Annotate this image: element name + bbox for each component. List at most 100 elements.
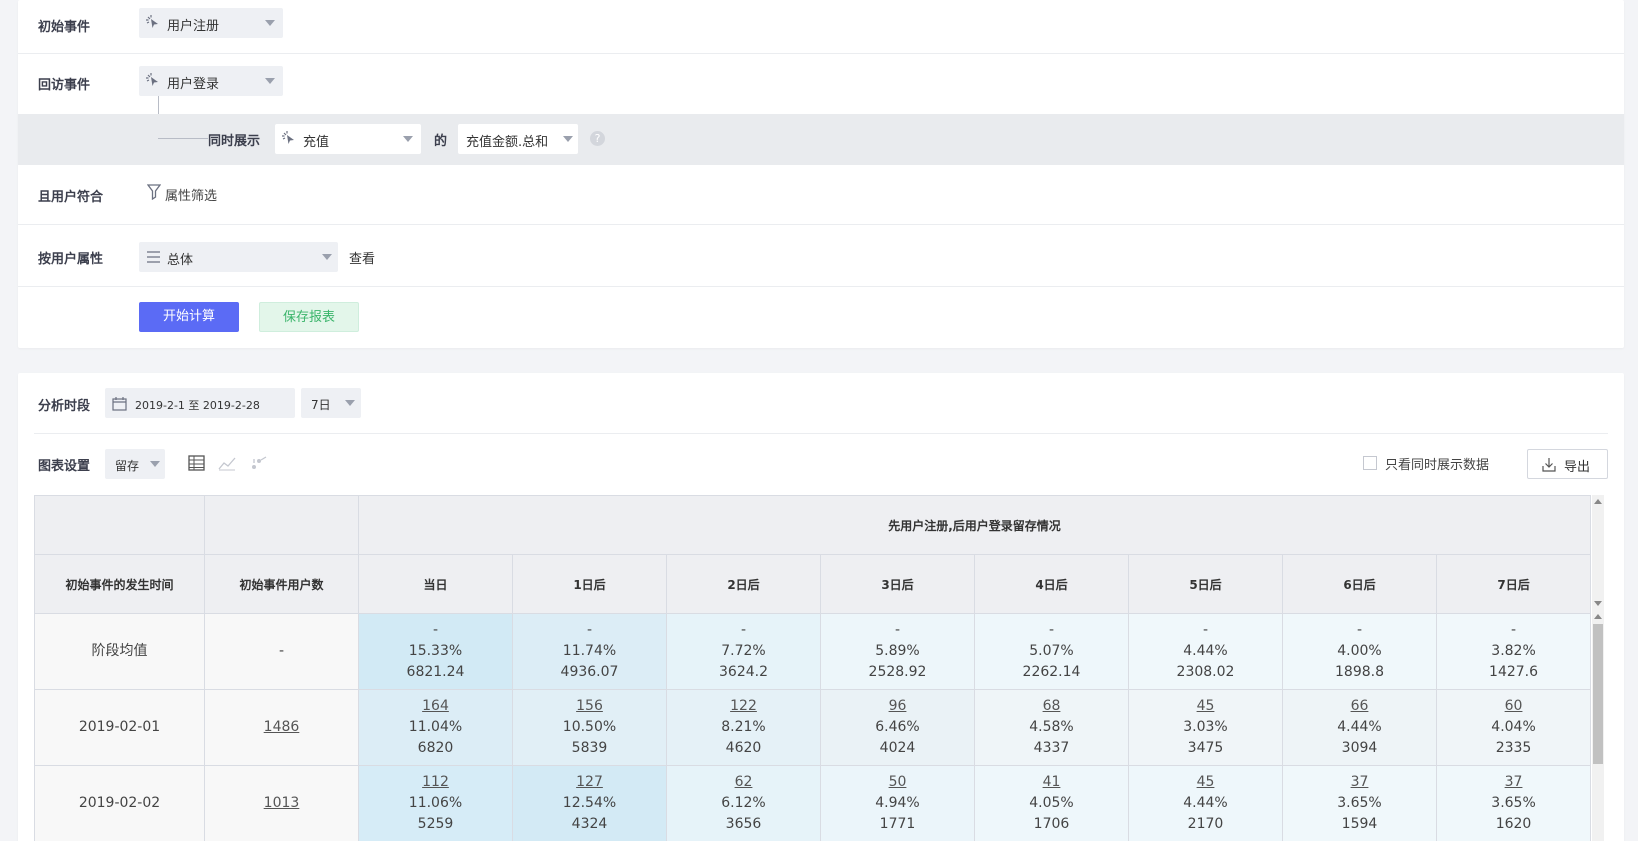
- table-header-group-row: 先用户注册,后用户登录留存情况: [34, 495, 1592, 555]
- table-row: 阶段均值 - - 15.33% 6821.24 - 11.74% 4936.07 - 7.72% 3…: [34, 613, 1592, 690]
- scroll-down-arrow[interactable]: [1594, 601, 1602, 606]
- also-show-metric-select[interactable]: 充值金额.总和: [458, 124, 578, 154]
- retention-amount: 4324: [571, 816, 608, 832]
- chevron-down-icon: [563, 136, 573, 142]
- retention-count-link[interactable]: 37: [1351, 774, 1369, 790]
- retention-cell: - 11.74% 4936.07: [512, 613, 667, 690]
- retention-cell: 112 11.06% 5259: [358, 765, 513, 841]
- retention-pct: 4.44%: [1337, 719, 1382, 735]
- date-range-picker[interactable]: 2019-2-1 至 2019-2-28: [105, 388, 295, 418]
- retention-group-header: 先用户注册,后用户登录留存情况: [357, 495, 1592, 555]
- only-show-checkbox[interactable]: [1363, 456, 1377, 470]
- retention-count-link[interactable]: 66: [1351, 698, 1369, 714]
- granularity-select[interactable]: 7日: [301, 388, 361, 418]
- retention-cell: 156 10.50% 5839: [512, 689, 667, 766]
- row-users-value[interactable]: 1486: [264, 719, 300, 735]
- retention-count: 50: [821, 772, 974, 793]
- retention-count: -: [1048, 622, 1055, 638]
- retention-count-link[interactable]: 127: [576, 774, 603, 790]
- retention-amount: 1594: [1341, 816, 1378, 832]
- retention-count-link[interactable]: 45: [1197, 698, 1215, 714]
- retention-pct: 10.50%: [562, 719, 617, 735]
- retention-cell: - 4.44% 2308.02: [1128, 613, 1283, 690]
- row-time-cell: 2019-02-02: [34, 765, 205, 841]
- export-button[interactable]: 导出: [1527, 449, 1608, 479]
- return-event-select[interactable]: 用户登录: [139, 66, 283, 96]
- divider: [34, 433, 1608, 434]
- retention-count-link[interactable]: 68: [1043, 698, 1061, 714]
- chevron-down-icon: [265, 78, 275, 84]
- retention-amount: 4024: [879, 740, 916, 756]
- retention-count-link[interactable]: 164: [422, 698, 449, 714]
- user-match-row: 且用户符合 属性筛选: [18, 165, 1624, 225]
- chevron-down-icon: [345, 400, 355, 406]
- retention-pct: 4.44%: [1183, 643, 1228, 659]
- chart-type-value: 留存: [115, 459, 140, 473]
- retention-cell: 68 4.58% 4337: [974, 689, 1129, 766]
- also-show-event-select[interactable]: 充值: [275, 124, 421, 154]
- row-users-value[interactable]: 1013: [264, 795, 300, 811]
- retention-count-link[interactable]: 96: [889, 698, 907, 714]
- retention-count-link[interactable]: 156: [576, 698, 603, 714]
- retention-amount: 3656: [725, 816, 762, 832]
- retention-count-link[interactable]: 62: [735, 774, 753, 790]
- table-view-icon[interactable]: [188, 455, 205, 471]
- retention-cell: - 7.72% 3624.2: [666, 613, 821, 690]
- only-show-label: 只看同时展示数据: [1385, 458, 1490, 473]
- table-row: 2019-02-02 1013 112 11.06% 5259 127 12.54% 4324…: [34, 765, 1592, 841]
- retention-count-link[interactable]: 60: [1505, 698, 1523, 714]
- initial-event-select[interactable]: 用户注册: [139, 8, 283, 38]
- group-by-label: 按用户属性: [38, 252, 104, 267]
- retention-count-link[interactable]: 37: [1505, 774, 1523, 790]
- scroll-up-arrow[interactable]: [1594, 499, 1602, 504]
- retention-count-link[interactable]: 41: [1043, 774, 1061, 790]
- retention-cell: 62 6.12% 3656: [666, 765, 821, 841]
- retention-cell: 164 11.04% 6820: [358, 689, 513, 766]
- retention-count: 66: [1283, 696, 1436, 717]
- retention-pct: 4.94%: [875, 795, 920, 811]
- query-builder-panel: 初始事件 用户注册 回访事件 用户登录 同时展示 充值 的 充值金额.总和 ?: [18, 0, 1624, 348]
- retention-amount: 2335: [1495, 740, 1532, 756]
- start-calculate-button[interactable]: 开始计算: [139, 302, 239, 332]
- retention-count: 164: [359, 696, 512, 717]
- col-header-day: 4日后: [974, 554, 1129, 614]
- retention-count: 156: [513, 696, 666, 717]
- retention-count-link[interactable]: 45: [1197, 774, 1215, 790]
- col-header-day: 2日后: [666, 554, 821, 614]
- list-icon: [147, 251, 160, 263]
- table-row: 2019-02-01 1486 164 11.04% 6820 156 10.50% 5839…: [34, 689, 1592, 766]
- header-scrollbar[interactable]: [1592, 495, 1604, 610]
- scroll-thumb[interactable]: [1593, 624, 1603, 764]
- retention-pct: 3.65%: [1491, 795, 1536, 811]
- row-users-cell: 1486: [204, 689, 359, 766]
- of-label: 的: [434, 134, 448, 149]
- retention-pct: 4.05%: [1029, 795, 1074, 811]
- retention-pct: 11.06%: [408, 795, 463, 811]
- retention-amount: 3624.2: [719, 664, 768, 680]
- scatter-chart-icon[interactable]: [250, 455, 268, 471]
- help-icon[interactable]: ?: [590, 131, 605, 146]
- retention-count: -: [586, 622, 593, 638]
- retention-cell: 66 4.44% 3094: [1282, 689, 1437, 766]
- retention-amount: 2262.14: [1022, 664, 1081, 680]
- retention-count-link[interactable]: 112: [422, 774, 449, 790]
- retention-pct: 8.21%: [721, 719, 766, 735]
- retention-amount: 3475: [1187, 740, 1224, 756]
- retention-count-link[interactable]: 122: [730, 698, 757, 714]
- body-scrollbar[interactable]: [1592, 610, 1604, 841]
- retention-amount: 4337: [1033, 740, 1070, 756]
- also-show-label: 同时展示: [208, 134, 261, 149]
- retention-table: 先用户注册,后用户登录留存情况 初始事件的发生时间 初始事件用户数 当日 1日后 2…: [34, 495, 1592, 841]
- retention-amount: 2170: [1187, 816, 1224, 832]
- group-by-value: 总体: [167, 253, 194, 268]
- retention-pct: 4.58%: [1029, 719, 1074, 735]
- results-panel: 分析时段 2019-2-1 至 2019-2-28 7日 图表设置 留存 只看同…: [18, 373, 1624, 841]
- scroll-up-arrow[interactable]: [1594, 614, 1602, 619]
- chart-type-select[interactable]: 留存: [105, 449, 165, 479]
- save-report-button[interactable]: 保存报表: [259, 302, 359, 332]
- group-by-select[interactable]: 总体: [139, 242, 338, 272]
- analysis-period-label: 分析时段: [38, 399, 91, 414]
- line-chart-icon[interactable]: [218, 455, 236, 471]
- retention-count-link[interactable]: 50: [889, 774, 907, 790]
- chart-settings-label: 图表设置: [38, 459, 91, 474]
